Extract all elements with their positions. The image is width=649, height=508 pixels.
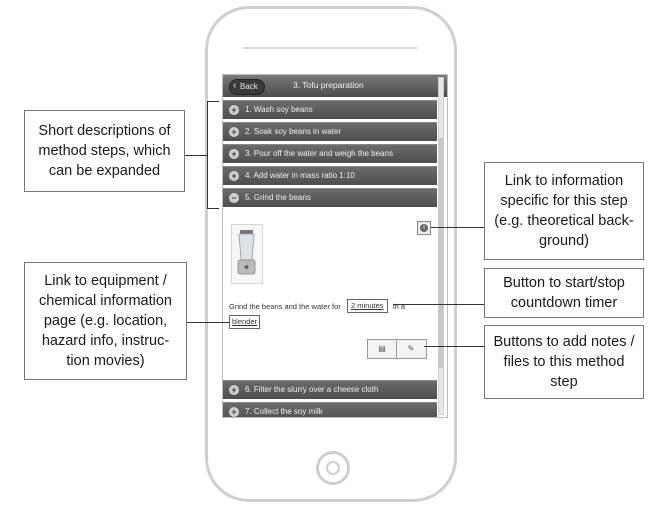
connector-line [185, 155, 208, 156]
callout-notes: Buttons to add notes / files to this met… [484, 325, 644, 399]
method-steps-list-more: + 6. Filter the slurry over a cheese clo… [223, 380, 437, 417]
info-icon: i [420, 224, 428, 232]
step-item[interactable]: + 2. Soak soy beans in water [223, 122, 437, 141]
add-note-button[interactable]: ▤ [368, 340, 397, 358]
step-label: 1. Wash soy beans [245, 105, 313, 114]
expand-icon: + [229, 127, 239, 137]
step-label: 3. Pour off the water and weigh the bean… [245, 149, 393, 158]
expand-icon: + [229, 171, 239, 181]
expand-icon: + [229, 385, 239, 395]
home-button-inner [326, 461, 340, 475]
scrollbar[interactable] [438, 77, 444, 415]
bracket-bottom [207, 208, 219, 209]
connector-line [424, 346, 484, 347]
step-item[interactable]: + 7. Collect the soy milk [223, 402, 437, 417]
attach-file-button[interactable]: ✎ [397, 340, 425, 358]
step-item[interactable]: + 3. Pour off the water and weigh the be… [223, 144, 437, 163]
callout-info-link: Link to information specific for this st… [484, 162, 644, 260]
expand-icon: + [229, 407, 239, 417]
connector-line [187, 322, 229, 323]
app-screen: Back 3. Tofu preparation + 1. Wash soy b… [222, 74, 448, 418]
step-description: Grind the beans and the water for [229, 302, 341, 311]
callout-short-descriptions: Short descriptions of method steps, whic… [24, 110, 185, 192]
screen-title: 3. Tofu preparation [293, 80, 364, 90]
timer-button[interactable]: 2 minutes [347, 299, 388, 313]
blender-image [231, 224, 263, 284]
step-item[interactable]: + 6. Filter the slurry over a cheese clo… [223, 380, 437, 399]
phone-speaker [243, 47, 418, 49]
callout-timer: Button to start/stop countdown timer [484, 268, 644, 318]
connector-line [431, 227, 484, 228]
paperclip-icon: ✎ [407, 344, 415, 353]
step-item-expanded[interactable]: − 5. Grind the beans [223, 188, 437, 207]
method-steps-list: + 1. Wash soy beans + 2. Soak soy beans … [223, 100, 437, 210]
collapse-icon: − [229, 193, 239, 203]
back-button[interactable]: Back [229, 79, 265, 95]
notes-files-group: ▤ ✎ [367, 339, 427, 359]
step-label: 4. Add water in mass ratio 1:10 [245, 171, 355, 180]
expand-icon: + [229, 149, 239, 159]
blender-icon [237, 230, 256, 275]
callout-equipment: Link to equipment / chemical information… [24, 262, 187, 380]
scroll-thumb[interactable] [439, 138, 443, 368]
step-label: 6. Filter the slurry over a cheese cloth [245, 385, 379, 394]
step-label: 7. Collect the soy milk [245, 407, 323, 416]
bracket-top [207, 101, 219, 102]
step-label: 5. Grind the beans [245, 193, 311, 202]
step-item[interactable]: + 4. Add water in mass ratio 1:10 [223, 166, 437, 185]
info-button[interactable]: i [417, 221, 431, 235]
expand-icon: + [229, 105, 239, 115]
top-bar: Back 3. Tofu preparation [223, 75, 447, 97]
note-icon: ▤ [378, 344, 386, 353]
equipment-link[interactable]: blender [229, 315, 261, 329]
step-label: 2. Soak soy beans in water [245, 127, 342, 136]
step-item[interactable]: + 1. Wash soy beans [223, 100, 437, 119]
connector-line [393, 304, 484, 305]
home-button[interactable] [316, 451, 350, 485]
